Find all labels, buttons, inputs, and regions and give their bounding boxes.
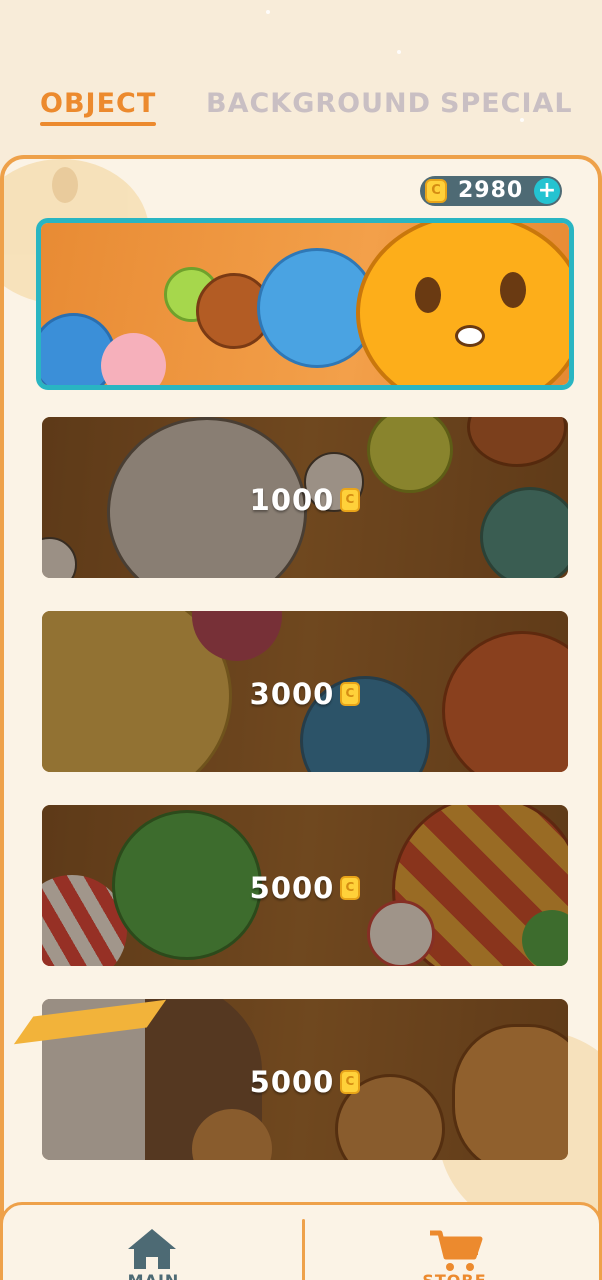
- object-pack-candy[interactable]: 5000 C: [42, 805, 568, 966]
- category-tabs: OBJECT BACKGROUND SPECIAL: [0, 88, 602, 138]
- object-pack-planets[interactable]: 3000 C: [42, 611, 568, 772]
- coin-icon: C: [340, 488, 361, 512]
- coin-icon: C: [425, 179, 447, 203]
- tab-background[interactable]: BACKGROUND: [206, 88, 431, 119]
- orange-fruit: [356, 223, 569, 385]
- object-pack-fruits[interactable]: [36, 218, 574, 390]
- home-icon: [128, 1229, 176, 1269]
- coin-icon: C: [340, 876, 361, 900]
- coin-amount: 2980: [458, 178, 524, 203]
- pack-price: 1000 C: [42, 481, 568, 517]
- price-value: 5000: [249, 871, 335, 905]
- coin-icon: C: [340, 1070, 361, 1094]
- price-value: 3000: [249, 677, 335, 711]
- peach-fruit: [101, 333, 166, 385]
- coin-icon: C: [340, 682, 361, 706]
- object-pack-sports[interactable]: 1000 C: [42, 417, 568, 578]
- snow-particle: [266, 10, 270, 14]
- plus-icon: +: [537, 178, 557, 203]
- add-coins-button[interactable]: +: [534, 178, 560, 204]
- nav-store-label: STORE: [304, 1271, 602, 1280]
- coin-balance: C 2980 +: [420, 176, 562, 206]
- pack-price: 5000 C: [42, 1063, 568, 1099]
- pack-price: 5000 C: [42, 869, 568, 905]
- bottom-navigation: MAIN STORE: [0, 1202, 602, 1280]
- price-value: 1000: [249, 483, 335, 517]
- tab-object[interactable]: OBJECT: [40, 88, 157, 126]
- tab-special[interactable]: SPECIAL: [440, 88, 573, 119]
- price-value: 5000: [249, 1065, 335, 1099]
- nav-store[interactable]: STORE: [304, 1205, 602, 1280]
- pack-price: 3000 C: [42, 675, 568, 711]
- snow-particle: [397, 50, 401, 54]
- cart-icon: [430, 1230, 483, 1271]
- nav-main[interactable]: MAIN: [3, 1205, 304, 1280]
- fruits-artwork: [41, 223, 569, 385]
- nav-main-label: MAIN: [3, 1271, 304, 1280]
- shop-panel: C 2980 + 1000 C 3000 C 5000 C 5000 C: [0, 155, 602, 1255]
